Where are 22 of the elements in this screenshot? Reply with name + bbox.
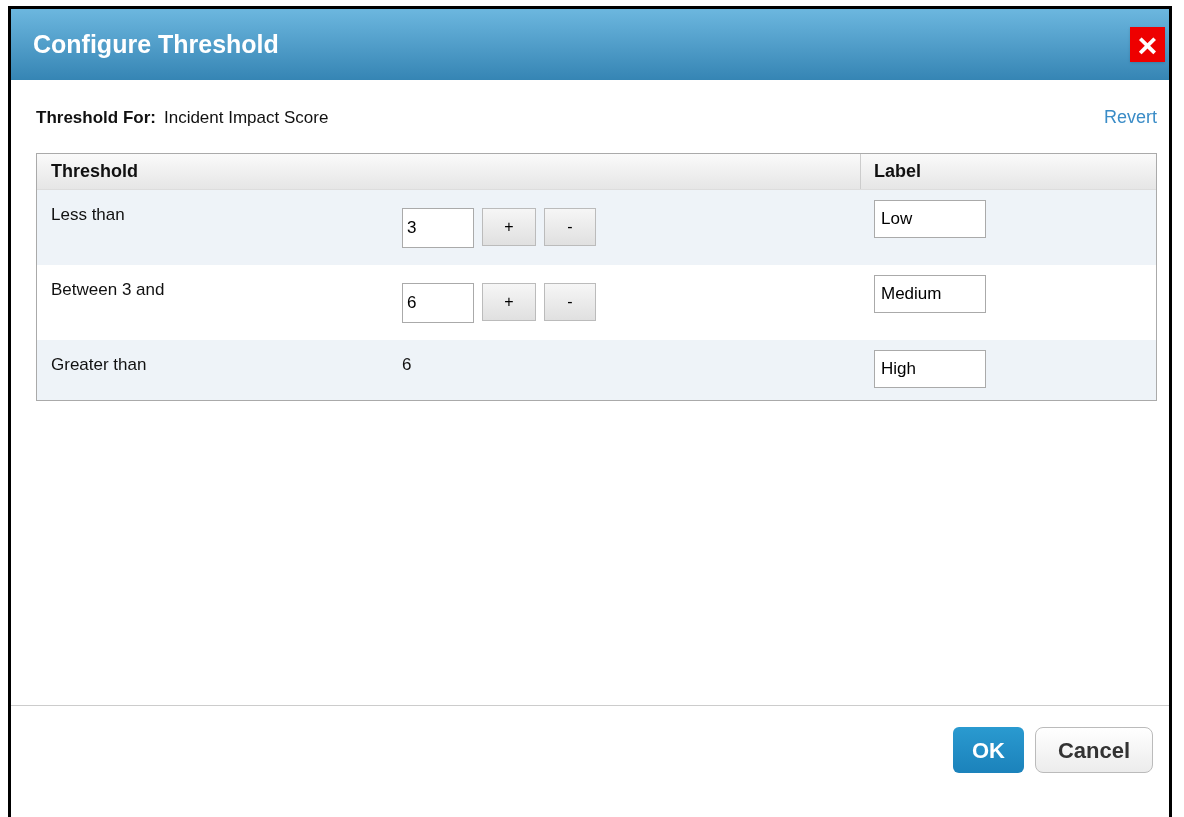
increment-button[interactable]: + (482, 283, 536, 321)
label-input[interactable]: High (874, 350, 986, 388)
column-header: Threshold (51, 160, 138, 183)
label-input[interactable]: Medium (874, 275, 986, 313)
decrement-button[interactable]: - (544, 208, 596, 246)
column-header: Label (874, 160, 921, 183)
revert-link[interactable]: Revert (1104, 104, 1157, 131)
label-input[interactable]: Low (874, 200, 986, 238)
dialog-title: Configure Threshold (33, 28, 279, 60)
ok-button[interactable]: OK (953, 727, 1024, 773)
condition-text: Greater than (51, 355, 147, 374)
threshold-input[interactable]: 6 (402, 283, 474, 323)
threshold-value: 6 (402, 354, 412, 376)
threshold-for-label: Threshold For: (36, 106, 156, 129)
condition-text: Between 3 and (51, 280, 165, 299)
condition-text: Less than (51, 205, 125, 224)
decrement-button[interactable]: - (544, 283, 596, 321)
increment-button[interactable]: + (482, 208, 536, 246)
threshold-for-value: Incident Impact Score (163, 106, 329, 129)
cancel-button[interactable]: Cancel (1035, 727, 1153, 773)
threshold-input[interactable]: 3 (402, 208, 474, 248)
close-button[interactable]: × (1130, 27, 1165, 62)
